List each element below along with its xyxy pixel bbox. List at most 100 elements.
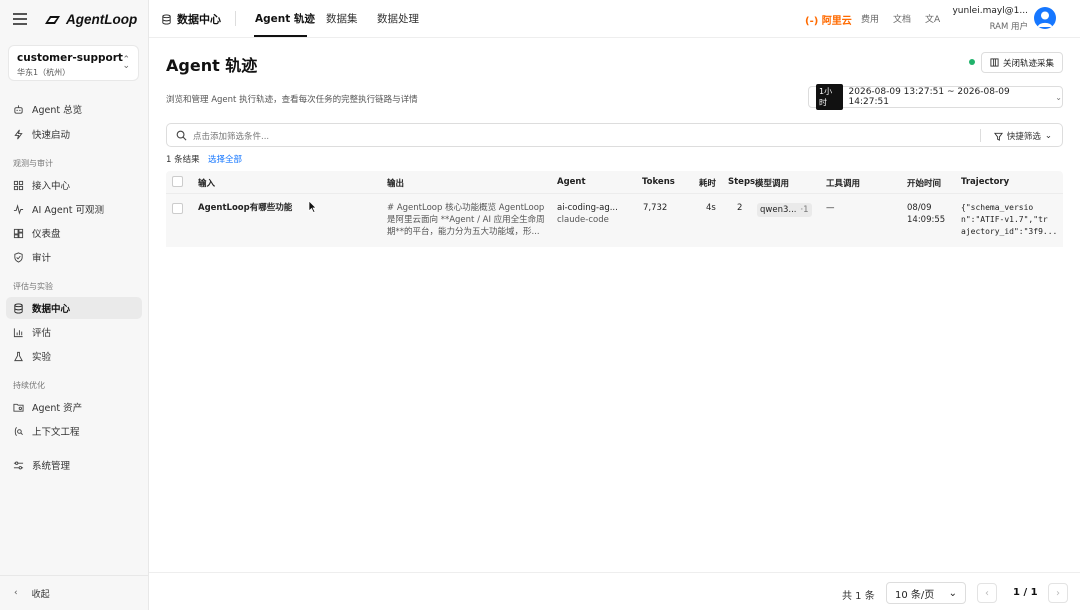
agentloop-logo-icon [45,15,60,24]
sidebar-item-system-management[interactable]: 系统管理 [6,454,142,476]
quick-filter-button[interactable]: 快捷筛选 ⌄ [993,130,1052,142]
table-header: 输入 输出 Agent Tokens 耗时 Steps 模型调用 工具调用 开始… [166,171,1063,193]
collapse-sidebar-button[interactable]: ‹ 收起 [0,575,149,610]
result-count: 1 条结果 [166,155,200,165]
sidebar-item-ai-agent-observability[interactable]: AI Agent 可观测 [6,198,142,220]
chevron-left-icon: ‹ [14,588,18,598]
trajectory-line: n":"ATIF-v1.7","tr [961,215,1048,224]
database-icon [162,13,171,25]
tab-datasets[interactable]: 数据集 [326,11,358,26]
header-divider [235,11,236,26]
col-tool-calls[interactable]: 工具调用 [826,177,860,189]
menu-icon[interactable] [13,13,27,25]
translate-icon[interactable]: 文A [925,12,940,25]
section-eval: 评估与实验 [13,282,53,291]
model-name: qwen3... [760,205,797,215]
aliyun-brand-text: 阿里云 [821,16,852,27]
trajectory-table: 输入 输出 Agent Tokens 耗时 Steps 模型调用 工具调用 开始… [166,171,1063,247]
col-input[interactable]: 输入 [198,177,215,189]
sidebar-item-experiment[interactable]: 实验 [6,345,142,367]
sidebar-item-label: 快速启动 [32,130,71,141]
sidebar-item-quick-start[interactable]: 快速启动 [6,123,142,145]
quick-filter-label: 快捷筛选 [1006,132,1041,142]
select-all-checkbox[interactable] [172,176,183,187]
section-optimize: 持续优化 [13,381,45,390]
sidebar-item-audit[interactable]: 审计 [6,246,142,268]
sidebar-item-label: 实验 [32,352,52,363]
table-row[interactable]: AgentLoop有哪些功能 # AgentLoop 核心功能概览 AgentL… [166,193,1063,247]
select-all-link[interactable]: 选择全部 [208,153,242,165]
trajectory-line: ajectory_id":"3f9... [961,227,1058,236]
sliders-icon [13,461,24,469]
activity-icon [13,203,24,215]
trajectory-line: {"schema_versio [961,203,1034,212]
logo: AgentLoop [42,12,137,27]
status-dot [969,59,975,65]
close-trajectory-collection-button[interactable]: 关闭轨迹采集 [981,52,1063,73]
next-page-button[interactable]: › [1048,583,1068,603]
tab-agent-trajectory[interactable]: Agent 轨迹 [255,11,315,26]
col-tokens[interactable]: Tokens [642,177,675,187]
col-duration[interactable]: 耗时 [699,177,716,189]
top-header: 数据中心 Agent 轨迹 数据集 数据处理 (-) 阿里云 费用 文档 文A … [149,0,1080,38]
workspace-selector[interactable]: customer-support 华东1（杭州） ⌃ ⌄ [8,45,139,81]
panel-icon [990,58,999,67]
cell-start-time: 08/09 14:09:55 [907,202,945,226]
sidebar-item-agent-overview[interactable]: Agent 总览 [6,98,142,120]
chevron-right-icon: › [1056,587,1060,599]
sidebar-item-data-center[interactable]: 数据中心 [6,297,142,319]
cell-output-line: # AgentLoop 核心功能概览 AgentLoop [387,203,545,213]
col-start-time[interactable]: 开始时间 [907,177,941,189]
sidebar-item-dashboard[interactable]: 仪表盘 [6,222,142,244]
avatar[interactable] [1034,7,1056,29]
col-steps[interactable]: Steps [728,177,755,187]
sidebar-item-label: AI Agent 可观测 [32,205,104,216]
time-badge: 1小时 [816,84,843,110]
logo-text: AgentLoop [66,12,138,27]
sidebar-item-access-center[interactable]: 接入中心 [6,174,142,196]
aliyun-logo[interactable]: (-) 阿里云 [805,12,852,27]
col-model-calls[interactable]: 模型调用 [755,177,789,189]
sidebar-item-label: 数据中心 [32,304,71,315]
sidebar-item-evaluation[interactable]: 评估 [6,321,142,343]
start-date: 08/09 [907,203,932,213]
sidebar-item-label: 接入中心 [32,181,71,192]
mouse-cursor-icon [308,200,317,213]
pagination-bar: 共 1 条 10 条/页 ⌄ ‹ 1 / 1 › [149,572,1080,610]
close-button-label: 关闭轨迹采集 [1002,58,1054,69]
col-trajectory[interactable]: Trajectory [961,177,1009,187]
total-count: 共 1 条 [842,591,875,602]
filter-bar[interactable]: 点击添加筛选条件... 快捷筛选 ⌄ [166,123,1063,147]
billing-link[interactable]: 费用 [861,12,879,25]
model-chip[interactable]: qwen3... ·1 [757,203,812,217]
active-tab-indicator [254,35,307,37]
dashboard-icon [13,228,24,238]
sidebar-item-context-engineering[interactable]: 上下文工程 [6,420,142,442]
page-size-select[interactable]: 10 条/页 ⌄ [886,582,966,604]
filter-placeholder: 点击添加筛选条件... [193,132,270,142]
col-output[interactable]: 输出 [387,177,404,189]
prev-page-button[interactable]: ‹ [977,583,997,603]
database-icon [14,302,23,314]
sidebar-item-label: Agent 资产 [32,403,83,414]
time-range-picker[interactable]: 1小时 2026-08-09 13:27:51 ~ 2026-08-09 14:… [808,84,1063,110]
user-info[interactable]: yunlei.mayl@1... RAM 用户 [952,6,1028,32]
time-range-text: 2026-08-09 13:27:51 ~ 2026-08-09 14:27:5… [848,87,1010,107]
flask-icon [14,351,23,361]
sidebar-item-label: 上下文工程 [32,427,80,438]
cell-trajectory: {"schema_versio n":"ATIF-v1.7","tr aject… [961,202,1057,238]
row-checkbox[interactable] [172,203,183,214]
cell-output: # AgentLoop 核心功能概览 AgentLoop 是阿里云面向 **Ag… [387,202,547,238]
cell-output-line: 期**的平台，能力分为五大功能域，形... [387,227,540,237]
cell-agent: ai-coding-ag... claude-code [557,202,618,226]
cell-duration: 4s [706,203,716,213]
docs-link[interactable]: 文档 [893,12,911,25]
tab-data-processing[interactable]: 数据处理 [377,11,419,26]
shield-icon [14,251,23,263]
sidebar-item-label: 仪表盘 [32,229,61,240]
sidebar-item-agent-assets[interactable]: Agent 资产 [6,396,142,418]
sidebar-item-label: 系统管理 [32,461,71,472]
cell-tools: — [826,203,835,213]
search-icon [176,130,187,141]
col-agent[interactable]: Agent [557,177,586,187]
